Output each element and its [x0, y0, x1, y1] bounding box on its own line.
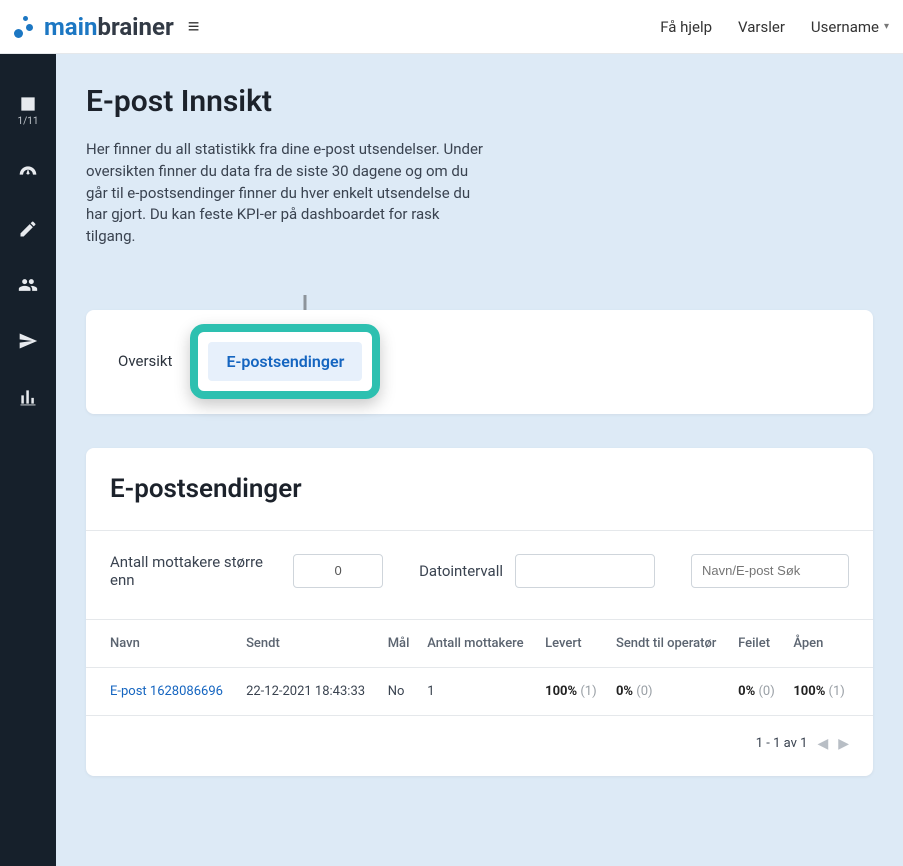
topbar-left: mainbrainer ≡: [14, 13, 199, 41]
sidebar: 1/11: [0, 54, 56, 866]
filter-search: [691, 554, 849, 588]
sidebar-item-contacts[interactable]: [0, 275, 56, 295]
col-failed[interactable]: Feilet: [730, 619, 785, 667]
row-name-link[interactable]: E-post 1628086696: [110, 684, 223, 699]
filter-date: Datointervall: [419, 554, 655, 588]
page-description: Her finner du all statistikk fra dine e-…: [86, 139, 486, 248]
row-to-operator-count: (0): [636, 684, 652, 699]
menu-toggle-icon[interactable]: ≡: [188, 14, 200, 39]
filter-date-input[interactable]: [515, 554, 655, 588]
sidebar-item-dashboard[interactable]: [0, 163, 56, 183]
row-open-pct: 100%: [793, 684, 825, 699]
pencil-icon: [18, 219, 38, 239]
row-goal: No: [380, 667, 420, 715]
panel-title: E-postsendinger: [86, 448, 873, 530]
sendings-table: Navn Sendt Mål Antall mottakere Levert S…: [86, 619, 873, 716]
username-label: Username: [811, 18, 879, 36]
search-input[interactable]: [691, 554, 849, 588]
table-row: E-post 1628086696 22-12-2021 18:43:33 No…: [86, 667, 873, 715]
page-title: E-post Innsikt: [86, 84, 873, 119]
chevron-down-icon: ▾: [884, 21, 889, 32]
row-open: 100% (1): [785, 667, 873, 715]
layout: 1/11 E-post Innsikt Her finner du all st…: [0, 54, 903, 866]
help-link[interactable]: Få hjelp: [660, 18, 712, 36]
row-open-count: (1): [829, 684, 845, 699]
pager-prev-icon[interactable]: ◀: [817, 736, 828, 752]
filter-recipients: Antall mottakere større enn: [110, 553, 383, 589]
logo-text-main: main: [44, 13, 97, 41]
logo[interactable]: mainbrainer: [14, 13, 174, 41]
row-to-operator-pct: 0%: [616, 684, 633, 699]
people-icon: [18, 275, 38, 295]
row-failed-count: (0): [758, 684, 774, 699]
tab-sendings[interactable]: E-postsendinger: [208, 342, 362, 381]
user-menu[interactable]: Username ▾: [811, 18, 889, 36]
logo-dots-icon: [14, 16, 40, 38]
sidebar-item-insight[interactable]: [0, 387, 56, 407]
row-recipients: 1: [419, 667, 537, 715]
sidebar-item-onboarding[interactable]: 1/11: [0, 94, 56, 127]
sendings-panel: E-postsendinger Antall mottakere større …: [86, 448, 873, 776]
logo-text-brain: brainer: [97, 13, 173, 41]
filter-recipients-label: Antall mottakere større enn: [110, 553, 281, 589]
row-to-operator: 0% (0): [608, 667, 730, 715]
tabs-row: Oversikt E-postsendinger: [86, 310, 873, 414]
filter-row: Antall mottakere større enn Datointerval…: [86, 530, 873, 619]
row-sent: 22-12-2021 18:43:33: [238, 667, 380, 715]
col-name[interactable]: Navn: [86, 619, 238, 667]
tabs-area: Oversikt E-postsendinger E-postsendinger…: [56, 310, 903, 806]
sidebar-item-editor[interactable]: [0, 219, 56, 239]
col-open[interactable]: Åpen: [785, 619, 873, 667]
filter-recipients-input[interactable]: [293, 554, 383, 588]
row-delivered-pct: 100%: [545, 684, 577, 699]
pager-text: 1 - 1 av 1: [756, 736, 808, 751]
pager-next-icon[interactable]: ▶: [838, 736, 849, 752]
topbar-right: Få hjelp Varsler Username ▾: [660, 18, 889, 36]
content: E-post Innsikt Her finner du all statist…: [56, 54, 903, 866]
col-to-operator[interactable]: Sendt til operatør: [608, 619, 730, 667]
alerts-link[interactable]: Varsler: [738, 18, 785, 36]
gauge-icon: [18, 163, 38, 183]
col-delivered[interactable]: Levert: [537, 619, 608, 667]
tab-overview[interactable]: Oversikt: [100, 342, 190, 380]
row-failed-pct: 0%: [738, 684, 755, 699]
topbar: mainbrainer ≡ Få hjelp Varsler Username …: [0, 0, 903, 54]
col-recipients[interactable]: Antall mottakere: [419, 619, 537, 667]
filter-date-label: Datointervall: [419, 562, 503, 580]
row-delivered-count: (1): [580, 684, 596, 699]
row-delivered: 100% (1): [537, 667, 608, 715]
col-sent[interactable]: Sendt: [238, 619, 380, 667]
pager: 1 - 1 av 1 ◀ ▶: [86, 716, 873, 776]
table-header-row: Navn Sendt Mål Antall mottakere Levert S…: [86, 619, 873, 667]
checklist-icon: [18, 94, 38, 114]
row-failed: 0% (0): [730, 667, 785, 715]
bar-chart-icon: [18, 387, 38, 407]
tabs-card: Oversikt E-postsendinger: [86, 310, 873, 414]
sidebar-progress-label: 1/11: [18, 116, 39, 127]
col-goal[interactable]: Mål: [380, 619, 420, 667]
paper-plane-icon: [18, 331, 38, 351]
header-block: E-post Innsikt Her finner du all statist…: [56, 54, 903, 286]
tutorial-highlight: E-postsendinger: [190, 324, 380, 399]
sidebar-item-send[interactable]: [0, 331, 56, 351]
